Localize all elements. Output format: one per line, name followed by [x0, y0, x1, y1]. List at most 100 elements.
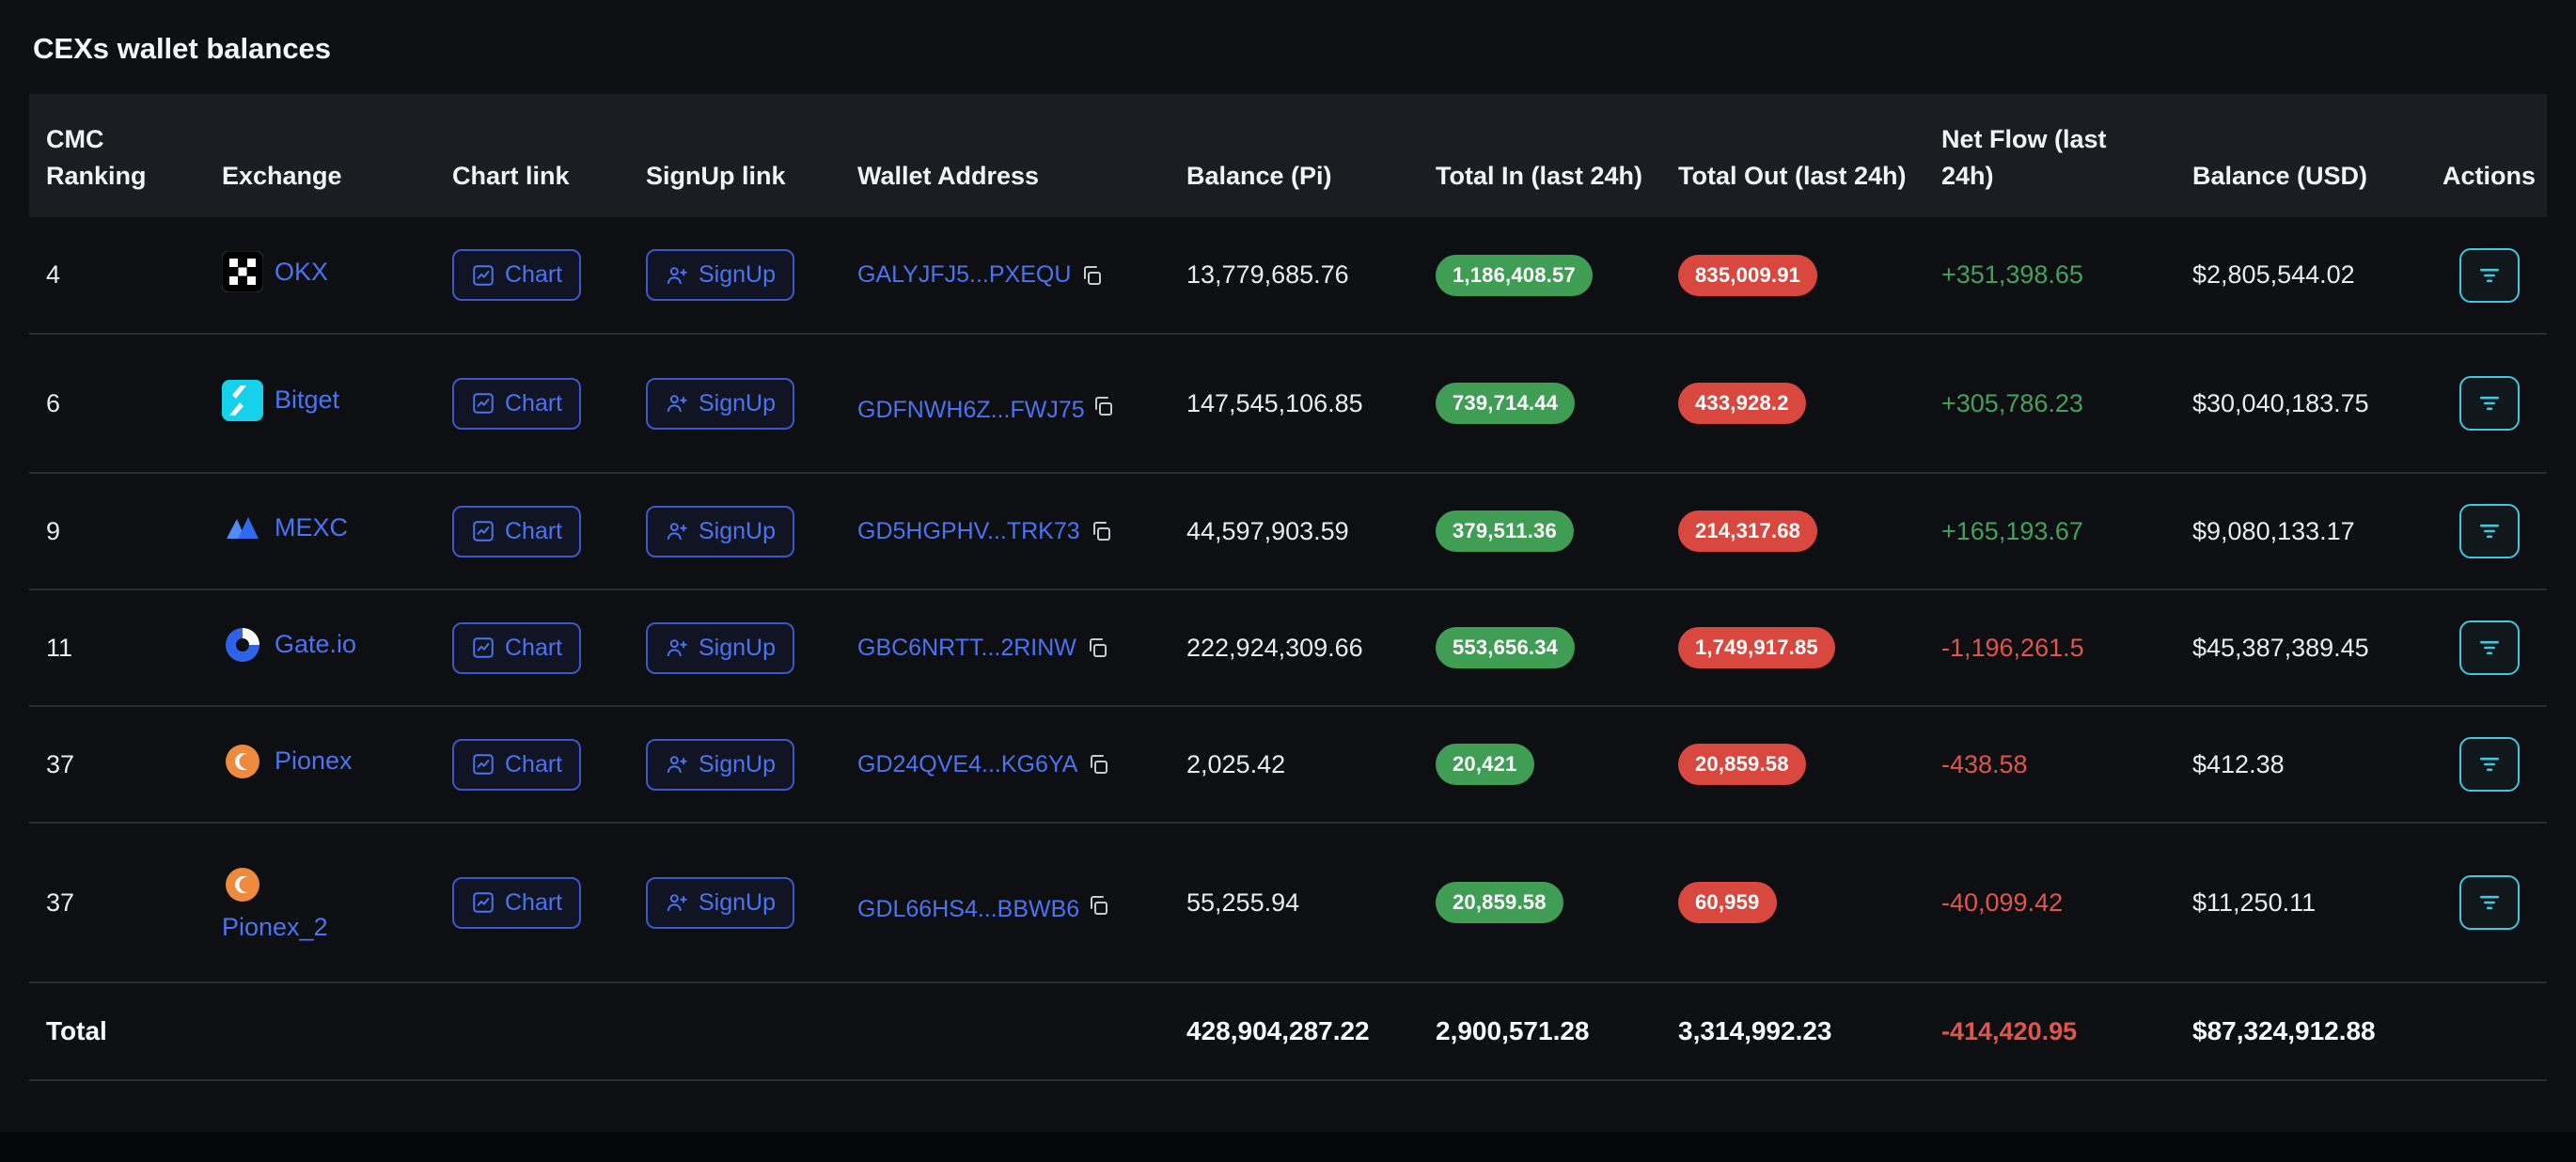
bitget-icon [222, 380, 263, 421]
exchange-link[interactable]: Pionex [222, 741, 353, 782]
balance-usd-value: $30,040,183.75 [2192, 389, 2369, 417]
wallet-address: GDFNWH6Z...FWJ75 [857, 384, 1154, 424]
actions-filter-button[interactable] [2459, 620, 2520, 675]
signup-button-label: SignUp [699, 261, 776, 289]
chart-icon [471, 391, 495, 416]
copy-icon[interactable] [1080, 264, 1103, 287]
add-user-icon [665, 752, 689, 777]
exchange-link[interactable]: Bitget [222, 380, 339, 421]
signup-button[interactable]: SignUp [646, 378, 794, 430]
exchange-name: Pionex_2 [222, 913, 328, 942]
wallet-address: GD24QVE4...KG6YA [857, 751, 1154, 778]
copy-icon[interactable] [1092, 395, 1114, 417]
total-out-badge: 214,317.68 [1678, 510, 1817, 552]
table-row: 6 Bitget Chart SignUp GDFNWH6Z...FWJ75 [29, 334, 2547, 473]
balance-pi-value: 2,025.42 [1186, 750, 1285, 778]
signup-button[interactable]: SignUp [646, 739, 794, 791]
exchange-link[interactable]: MEXC [222, 508, 348, 549]
bottom-edge-strip [0, 1132, 2576, 1162]
col-header-wallet-address: Wallet Address [840, 94, 1170, 217]
signup-button-label: SignUp [699, 518, 776, 545]
signup-button-label: SignUp [699, 390, 776, 417]
exchange-name: Pionex [275, 746, 353, 776]
add-user-icon [665, 519, 689, 543]
col-header-net-flow: Net Flow (last 24h) [1924, 94, 2175, 217]
balance-usd-value: $2,805,544.02 [2192, 260, 2355, 289]
copy-icon[interactable] [1090, 520, 1112, 542]
net-flow-value: -438.58 [1941, 750, 2028, 778]
total-in-badge: 379,511.36 [1436, 510, 1574, 552]
chart-button-label: Chart [505, 261, 562, 289]
net-flow-value: -40,099.42 [1941, 888, 2063, 917]
actions-filter-button[interactable] [2459, 875, 2520, 930]
signup-button[interactable]: SignUp [646, 249, 794, 301]
signup-button[interactable]: SignUp [646, 506, 794, 557]
wallet-address-link[interactable]: GDFNWH6Z...FWJ75 [857, 397, 1085, 423]
total-out-badge: 835,009.91 [1678, 255, 1817, 296]
net-flow-value: +165,193.67 [1941, 517, 2083, 545]
total-in-badge: 553,656.34 [1436, 627, 1575, 668]
cmc-ranking-value: 4 [46, 260, 60, 289]
filter-icon [2476, 751, 2503, 777]
balance-pi-value: 44,597,903.59 [1186, 517, 1349, 545]
okx-icon [222, 251, 263, 292]
table-header: CMC Ranking Exchange Chart link SignUp l… [29, 94, 2547, 217]
chart-button[interactable]: Chart [452, 739, 581, 791]
add-user-icon [665, 391, 689, 416]
mexc-icon [222, 508, 263, 549]
table-footer: Total 428,904,287.22 2,900,571.28 3,314,… [29, 982, 2547, 1080]
net-flow-value: +351,398.65 [1941, 260, 2083, 289]
gateio-icon [222, 624, 263, 666]
wallet-address-link[interactable]: GBC6NRTT...2RINW [857, 635, 1076, 662]
exchange-link[interactable]: Pionex_2 [222, 864, 328, 942]
actions-filter-button[interactable] [2459, 248, 2520, 303]
table-row: 37 Pionex Chart SignUp GD24QVE4...KG6YA [29, 706, 2547, 823]
table-header-row: CMC Ranking Exchange Chart link SignUp l… [29, 94, 2547, 217]
copy-icon[interactable] [1087, 753, 1109, 776]
exchange-link[interactable]: Gate.io [222, 624, 356, 666]
exchange-link[interactable]: OKX [222, 251, 328, 292]
filter-icon [2476, 635, 2503, 661]
col-header-chart-link: Chart link [435, 94, 629, 217]
chart-button-label: Chart [505, 518, 562, 545]
chart-button[interactable]: Chart [452, 378, 581, 430]
chart-icon [471, 636, 495, 660]
wallet-address: GALYJFJ5...PXEQU [857, 261, 1154, 289]
chart-button[interactable]: Chart [452, 249, 581, 301]
actions-filter-button[interactable] [2459, 376, 2520, 431]
total-balance-pi: 428,904,287.22 [1170, 982, 1419, 1080]
copy-icon[interactable] [1087, 894, 1109, 917]
actions-filter-button[interactable] [2459, 737, 2520, 792]
chart-button[interactable]: Chart [452, 506, 581, 557]
filter-icon [2476, 262, 2503, 289]
wallet-address-link[interactable]: GD5HGPHV...TRK73 [857, 518, 1080, 545]
cmc-ranking-value: 11 [46, 634, 72, 662]
balance-pi-value: 147,545,106.85 [1186, 389, 1363, 417]
chart-button-label: Chart [505, 889, 562, 917]
table-row: 37 Pionex_2 Chart SignUp GDL66HS4...BBWB… [29, 823, 2547, 982]
chart-button[interactable]: Chart [452, 877, 581, 929]
signup-button-label: SignUp [699, 751, 776, 778]
total-in-badge: 1,186,408.57 [1436, 255, 1593, 296]
wallet-address-link[interactable]: GALYJFJ5...PXEQU [857, 261, 1071, 289]
total-in-sum: 2,900,571.28 [1419, 982, 1661, 1080]
table-body: 4 OKX Chart SignUp GALYJFJ5...PXEQU [29, 217, 2547, 982]
copy-icon[interactable] [1086, 636, 1108, 659]
filter-icon [2476, 390, 2503, 416]
wallet-address-link[interactable]: GDL66HS4...BBWB6 [857, 896, 1079, 922]
actions-filter-button[interactable] [2459, 504, 2520, 558]
filter-icon [2476, 889, 2503, 916]
signup-button-label: SignUp [699, 635, 776, 662]
chart-button[interactable]: Chart [452, 622, 581, 674]
chart-icon [471, 519, 495, 543]
page-title: CEXs wallet balances [29, 0, 2547, 94]
cmc-ranking-value: 37 [46, 888, 74, 917]
exchange-name: OKX [275, 258, 328, 287]
col-header-exchange: Exchange [205, 94, 435, 217]
wallet-address-link[interactable]: GD24QVE4...KG6YA [857, 751, 1077, 778]
total-out-badge: 60,959 [1678, 882, 1777, 923]
signup-button[interactable]: SignUp [646, 877, 794, 929]
add-user-icon [665, 636, 689, 660]
wallet-address: GDL66HS4...BBWB6 [857, 883, 1154, 923]
signup-button[interactable]: SignUp [646, 622, 794, 674]
